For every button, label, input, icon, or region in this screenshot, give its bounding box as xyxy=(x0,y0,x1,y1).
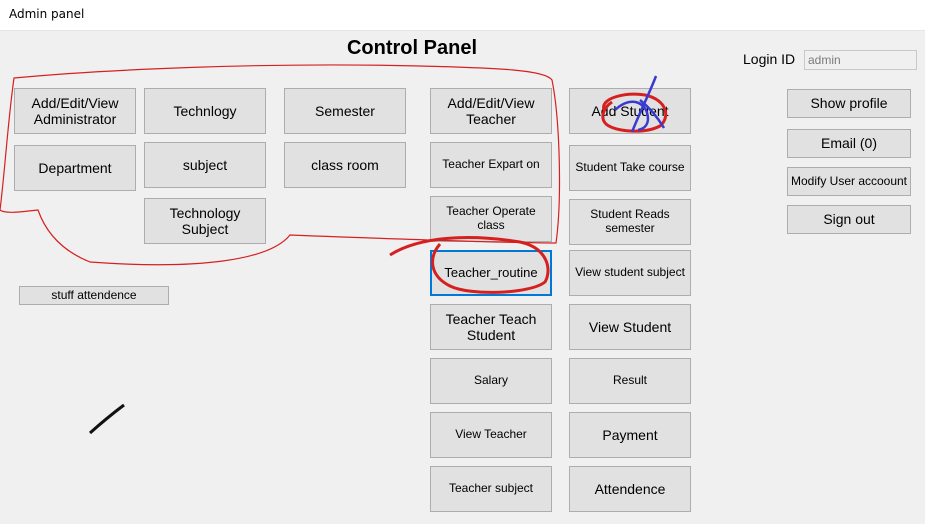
attendence-button[interactable]: Attendence xyxy=(569,466,691,512)
teacher-routine-button[interactable]: Teacher_routine xyxy=(430,250,552,296)
login-id-field[interactable]: admin xyxy=(804,50,917,70)
class-room-button[interactable]: class room xyxy=(284,142,406,188)
teacher-teach-student-button[interactable]: Teacher Teach Student xyxy=(430,304,552,350)
view-student-button[interactable]: View Student xyxy=(569,304,691,350)
add-edit-view-administrator-button[interactable]: Add/Edit/View Administrator xyxy=(14,88,136,134)
technology-subject-button[interactable]: Technology Subject xyxy=(144,198,266,244)
salary-button[interactable]: Salary xyxy=(430,358,552,404)
login-id-label: Login ID xyxy=(743,51,796,67)
email-button[interactable]: Email (0) xyxy=(787,129,911,158)
student-reads-semester-button[interactable]: Student Reads semester xyxy=(569,199,691,245)
page-title: Control Panel xyxy=(346,37,477,59)
payment-button[interactable]: Payment xyxy=(569,412,691,458)
semester-button[interactable]: Semester xyxy=(284,88,406,134)
view-student-subject-button[interactable]: View student subject xyxy=(569,250,691,296)
view-teacher-button[interactable]: View Teacher xyxy=(430,412,552,458)
teacher-expert-on-button[interactable]: Teacher Expart on xyxy=(430,142,552,188)
student-take-course-button[interactable]: Student Take course xyxy=(569,145,691,191)
window-title: Admin panel xyxy=(9,7,85,21)
technology-button[interactable]: Technlogy xyxy=(144,88,266,134)
subject-button[interactable]: subject xyxy=(144,142,266,188)
teacher-subject-button[interactable]: Teacher subject xyxy=(430,466,552,512)
teacher-operate-class-button[interactable]: Teacher Operate class xyxy=(430,196,552,242)
show-profile-button[interactable]: Show profile xyxy=(787,89,911,118)
department-button[interactable]: Department xyxy=(14,145,136,191)
sign-out-button[interactable]: Sign out xyxy=(787,205,911,234)
add-edit-view-teacher-button[interactable]: Add/Edit/View Teacher xyxy=(430,88,552,134)
modify-user-account-button[interactable]: Modify User accoount xyxy=(787,167,911,196)
title-bar: Admin panel xyxy=(0,0,925,31)
stuff-attendence-button[interactable]: stuff attendence xyxy=(19,286,169,305)
black-stroke-annotation xyxy=(88,403,125,435)
add-student-button[interactable]: Add Student xyxy=(569,88,691,134)
result-button[interactable]: Result xyxy=(569,358,691,404)
